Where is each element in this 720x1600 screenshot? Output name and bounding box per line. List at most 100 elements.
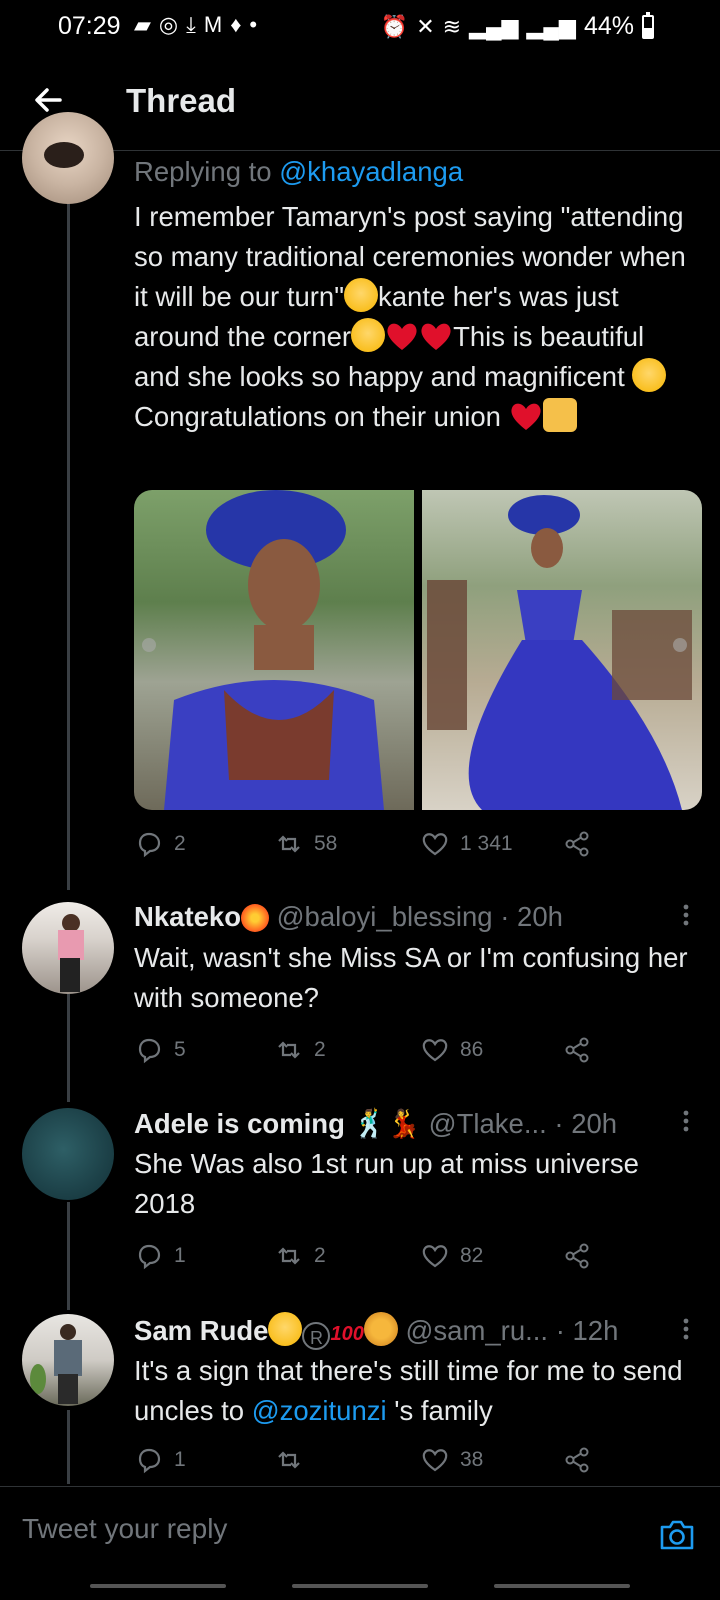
- signal-icon-2: ▂▄▆: [526, 13, 576, 39]
- retweet-icon: [278, 1247, 300, 1265]
- registered-emoji-icon: R: [302, 1322, 331, 1350]
- download-icon: ⤓: [186, 12, 196, 37]
- eye-roll-emoji-icon: [343, 278, 378, 312]
- author-name[interactable]: Sam Rude: [134, 1315, 268, 1346]
- system-icons: ⏰ ✕ ≋ ▂▄▆ ▂▄▆ 44%: [380, 11, 654, 41]
- status-bar: 07:29 ▰ ◎ ⤓ M ♦ • ⏰ ✕ ≋ ▂▄▆ ▂▄▆ 44%: [0, 0, 720, 56]
- camera-icon[interactable]: [658, 1517, 696, 1553]
- like-icon: [422, 1245, 448, 1268]
- tweet-text: Wait, wasn't she Miss SA or I'm confusin…: [134, 942, 688, 1013]
- thread-connector: [67, 200, 70, 890]
- sunglasses-emoji-icon: [268, 1312, 303, 1346]
- nav-gesture-hint: [494, 1584, 630, 1588]
- retweet-button[interactable]: [274, 1445, 304, 1475]
- reply-composer: Tweet your reply: [0, 1486, 720, 1597]
- tweet-time: · 20h: [554, 1108, 618, 1139]
- thread-connector: [67, 1202, 70, 1310]
- more-icon[interactable]: [682, 904, 690, 926]
- whatsapp-icon: ◎: [158, 12, 179, 37]
- retweet-button[interactable]: 2: [274, 1035, 326, 1065]
- battery-icon: [642, 11, 654, 39]
- more-icon[interactable]: [682, 1110, 690, 1132]
- avatar[interactable]: [22, 902, 114, 994]
- author-handle[interactable]: @sam_ru...: [406, 1315, 549, 1346]
- share-button[interactable]: [562, 1445, 592, 1475]
- wifi-icon: ≋: [442, 13, 462, 39]
- like-icon: [422, 1039, 448, 1062]
- photo-illustration: [142, 490, 384, 810]
- tweet-header: Adele is coming 🕺💃 @Tlake... · 20h: [134, 1104, 694, 1144]
- retweet-icon: [278, 835, 300, 853]
- retweet-button[interactable]: 58: [274, 829, 337, 859]
- tweet-actions: 1 38: [134, 1440, 654, 1480]
- avatar[interactable]: [22, 1108, 114, 1200]
- twitter-icon: ♦: [230, 12, 242, 37]
- author-handle[interactable]: @baloyi_blessing: [277, 901, 493, 932]
- avatar[interactable]: [22, 1314, 114, 1406]
- tweet-time: · 12h: [555, 1315, 619, 1346]
- reply-input[interactable]: Tweet your reply: [22, 1513, 227, 1545]
- reply-button[interactable]: 2: [134, 829, 186, 859]
- author-handle[interactable]: @Tlake...: [429, 1108, 547, 1139]
- author-name[interactable]: Adele is coming: [134, 1108, 345, 1139]
- author-name[interactable]: Nkateko: [134, 901, 241, 932]
- share-button[interactable]: [562, 1241, 592, 1271]
- avatar-hair: [44, 142, 84, 168]
- avatar-figure: [60, 958, 80, 992]
- hundred-emoji-icon: 100: [330, 1323, 364, 1345]
- dot-icon: •: [249, 12, 258, 37]
- avatar[interactable]: [22, 112, 114, 204]
- avatar-figure: [58, 930, 84, 960]
- mention-link[interactable]: @zozitunzi: [252, 1395, 387, 1426]
- replying-handle-link[interactable]: @khayadlanga: [279, 156, 463, 187]
- tweet-header: Nkateko @baloyi_blessing · 20h: [134, 897, 694, 937]
- photo-bride-portrait[interactable]: [134, 490, 414, 810]
- retweet-icon: [278, 1451, 300, 1469]
- like-icon: [422, 833, 448, 856]
- smiling-emoji-icon: [632, 358, 667, 392]
- like-button[interactable]: 82: [420, 1241, 483, 1271]
- reply-icon: [138, 1038, 161, 1064]
- message-icon: ▰: [134, 12, 151, 37]
- reply-button[interactable]: 1: [134, 1445, 186, 1475]
- tweet-text: I remember Tamaryn's post saying "attend…: [134, 201, 686, 432]
- heart-emoji-icon: [421, 323, 451, 350]
- avatar-figure: [60, 1324, 76, 1340]
- share-button[interactable]: [562, 1035, 592, 1065]
- gmail-icon: M: [203, 12, 223, 37]
- tweet-actions: 5 2 86: [134, 1030, 654, 1070]
- avatar-figure: [54, 1340, 82, 1376]
- share-icon: [565, 831, 589, 857]
- like-button[interactable]: 1 341: [420, 829, 513, 859]
- photo-bride-dancing[interactable]: [422, 490, 702, 810]
- like-button[interactable]: 38: [420, 1445, 483, 1475]
- retweet-button[interactable]: 2: [274, 1241, 326, 1271]
- notification-icons: ▰ ◎ ⤓ M ♦ •: [134, 12, 257, 38]
- share-icon: [565, 1447, 589, 1473]
- share-icon: [565, 1037, 589, 1063]
- replying-to: Replying to @khayadlanga: [134, 156, 464, 187]
- heart-emoji-icon: [387, 323, 417, 350]
- dancing-emoji-icon: 🕺💃: [352, 1108, 422, 1139]
- heart-emoji-icon: [510, 403, 541, 430]
- thread-connector: [67, 1410, 70, 1484]
- tweet-actions: 1 2 82: [134, 1236, 654, 1276]
- retweet-icon: [278, 1041, 300, 1059]
- like-icon: [422, 1449, 448, 1472]
- battery-percent: 44%: [583, 12, 634, 40]
- folded-hands-emoji-icon: [542, 398, 577, 432]
- fire-emoji-icon: [241, 904, 269, 932]
- more-icon[interactable]: [682, 1318, 690, 1340]
- like-button[interactable]: 86: [420, 1035, 483, 1065]
- status-time: 07:29: [58, 12, 121, 40]
- share-button[interactable]: [562, 829, 592, 859]
- alarm-icon: ⏰: [380, 13, 409, 39]
- tweet-media[interactable]: [134, 490, 702, 810]
- reply-icon: [138, 832, 161, 858]
- signal-icon: ▂▄▆: [469, 13, 519, 39]
- thread-connector: [67, 994, 70, 1102]
- lion-emoji-icon: [363, 1312, 398, 1346]
- reply-button[interactable]: 1: [134, 1241, 186, 1271]
- reply-button[interactable]: 5: [134, 1035, 186, 1065]
- avatar-plant: [30, 1364, 46, 1394]
